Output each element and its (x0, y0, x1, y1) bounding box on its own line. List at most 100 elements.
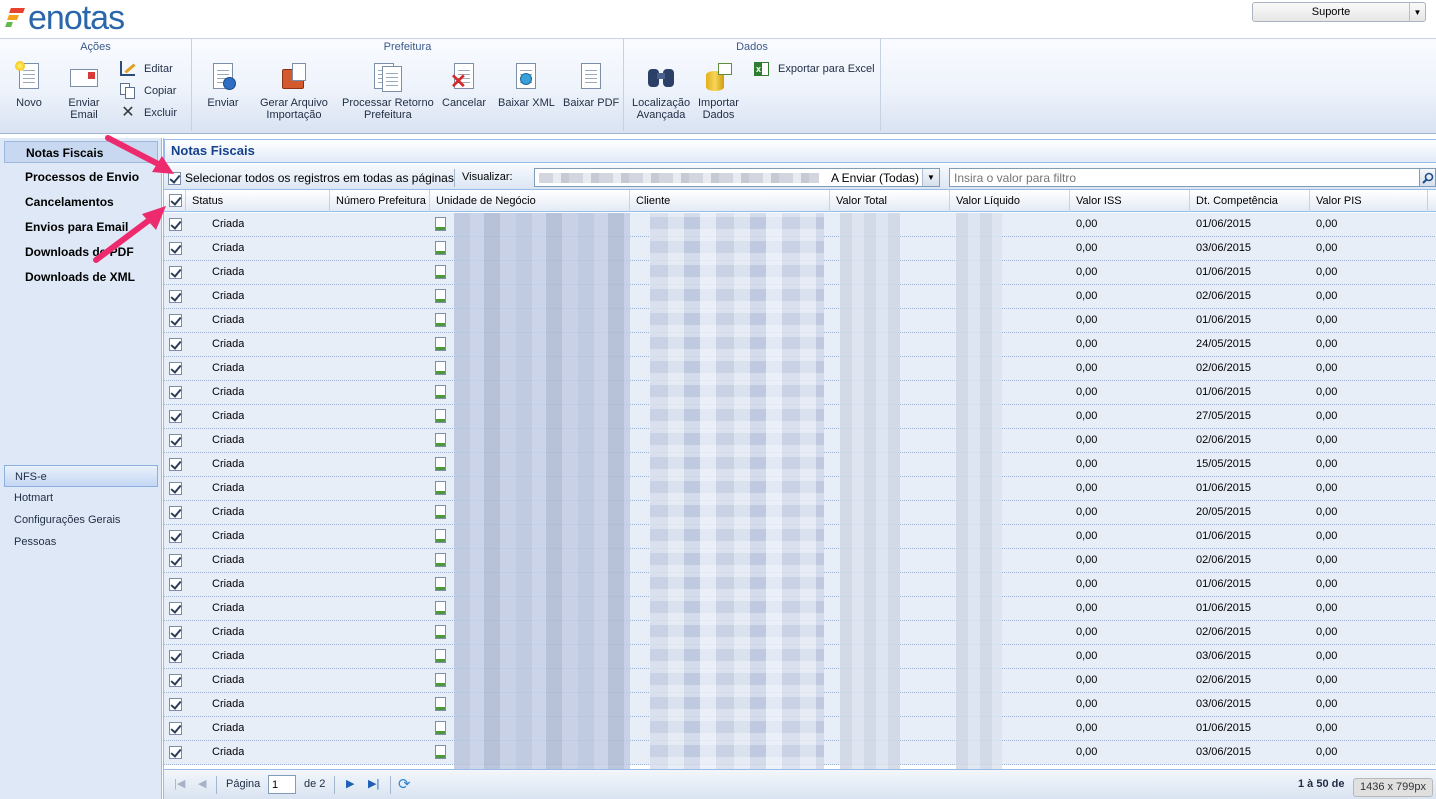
document-link-icon[interactable] (434, 217, 450, 233)
cell-valor-iss: 0,00 (1076, 506, 1098, 518)
search-button[interactable] (1420, 168, 1436, 187)
row-checkbox[interactable] (169, 722, 182, 735)
importar-label-1: Importar (698, 97, 739, 109)
document-link-icon[interactable] (434, 577, 450, 593)
row-checkbox[interactable] (169, 338, 182, 351)
document-link-icon[interactable] (434, 553, 450, 569)
document-link-icon[interactable] (434, 313, 450, 329)
col-valor-pis[interactable]: Valor PIS (1310, 190, 1428, 212)
row-select-cell (169, 338, 182, 352)
col-valor-liquido[interactable]: Valor Líquido (950, 190, 1070, 212)
cell-valor-iss: 0,00 (1076, 722, 1098, 734)
module-pessoas[interactable]: Pessoas (4, 531, 158, 553)
enviar-email-button[interactable]: Enviar Email (68, 61, 100, 121)
chevron-down-icon[interactable]: ▼ (922, 169, 939, 186)
refresh-icon[interactable]: ⟳ (398, 775, 411, 793)
select-all-pages[interactable]: Selecionar todos os registros em todas a… (168, 171, 454, 185)
row-checkbox[interactable] (169, 698, 182, 711)
document-link-icon[interactable] (434, 337, 450, 353)
document-link-icon[interactable] (434, 697, 450, 713)
row-checkbox[interactable] (169, 602, 182, 615)
document-link-icon[interactable] (434, 745, 450, 761)
document-link-icon[interactable] (434, 529, 450, 545)
baixar-pdf-button[interactable]: Baixar PDF (563, 61, 619, 109)
row-checkbox[interactable] (169, 554, 182, 567)
row-checkbox[interactable] (169, 482, 182, 495)
document-link-icon[interactable] (434, 265, 450, 281)
row-checkbox[interactable] (169, 578, 182, 591)
col-unidade-negocio[interactable]: Unidade de Negócio (430, 190, 630, 212)
document-link-icon[interactable] (434, 361, 450, 377)
row-checkbox[interactable] (169, 314, 182, 327)
row-checkbox[interactable] (169, 674, 182, 687)
cell-valor-pis: 0,00 (1316, 314, 1338, 326)
last-page-icon[interactable]: ▶| (368, 777, 379, 790)
support-dropdown[interactable]: Suporte ▼ (1252, 2, 1426, 22)
document-link-icon[interactable] (434, 289, 450, 305)
processar-retorno-button[interactable]: Processar Retorno Prefeitura (342, 61, 434, 121)
row-select-cell (169, 266, 182, 280)
document-link-icon[interactable] (434, 721, 450, 737)
col-valor-iss[interactable]: Valor ISS (1070, 190, 1190, 212)
row-checkbox[interactable] (169, 266, 182, 279)
col-numero-prefeitura[interactable]: Número Prefeitura (330, 190, 430, 212)
row-checkbox[interactable] (169, 530, 182, 543)
row-checkbox[interactable] (169, 362, 182, 375)
next-page-icon[interactable]: ▶ (346, 777, 354, 790)
module-configuracoes-gerais[interactable]: Configurações Gerais (4, 509, 158, 531)
localizacao-avancada-button[interactable]: Localização Avançada (632, 61, 690, 121)
document-link-icon[interactable] (434, 241, 450, 257)
visualizar-select[interactable]: A Enviar (Todas) ▼ (534, 168, 940, 187)
enviar-button[interactable]: Enviar (207, 61, 239, 109)
document-link-icon[interactable] (434, 385, 450, 401)
document-link-icon[interactable] (434, 601, 450, 617)
cancelar-label: Cancelar (442, 97, 487, 109)
col-dt-competencia[interactable]: Dt. Competência (1190, 190, 1310, 212)
prev-page-icon[interactable]: ◀ (198, 777, 206, 790)
col-cliente[interactable]: Cliente (630, 190, 830, 212)
col-valor-total[interactable]: Valor Total (830, 190, 950, 212)
document-link-icon[interactable] (434, 505, 450, 521)
cell-valor-pis: 0,00 (1316, 554, 1338, 566)
document-link-icon[interactable] (434, 625, 450, 641)
row-checkbox[interactable] (169, 626, 182, 639)
excluir-button[interactable]: ✕ Excluir (120, 105, 177, 121)
first-page-icon[interactable]: |◀ (174, 777, 185, 790)
document-link-icon[interactable] (434, 649, 450, 665)
document-link-icon[interactable] (434, 673, 450, 689)
copiar-button[interactable]: Copiar (120, 83, 176, 99)
document-link-icon[interactable] (434, 433, 450, 449)
gerar-label-2: Importação (266, 109, 322, 121)
row-checkbox[interactable] (169, 746, 182, 759)
module-nfse[interactable]: NFS-e (4, 465, 158, 487)
cell-status: Criada (212, 410, 245, 422)
novo-button[interactable]: Novo (13, 61, 45, 109)
row-checkbox[interactable] (169, 386, 182, 399)
cell-valor-iss: 0,00 (1076, 434, 1098, 446)
cancelar-button[interactable]: ✕ Cancelar (442, 61, 486, 109)
nav-downloads-de-xml[interactable]: Downloads de XML (4, 266, 158, 288)
document-link-icon[interactable] (434, 457, 450, 473)
editar-button[interactable]: Editar (120, 61, 173, 77)
exportar-excel-button[interactable]: x Exportar para Excel (754, 61, 875, 77)
row-checkbox[interactable] (169, 650, 182, 663)
processar-label-2: Prefeitura (364, 109, 412, 121)
row-checkbox[interactable] (169, 458, 182, 471)
edit-icon (120, 61, 136, 77)
row-checkbox[interactable] (169, 506, 182, 519)
redacted-valor-liquido (956, 213, 1002, 769)
page-number-input[interactable] (268, 775, 296, 794)
row-checkbox[interactable] (169, 434, 182, 447)
annotation-arrow-icon (105, 135, 174, 174)
gerar-arquivo-button[interactable]: Gerar Arquivo Importação (260, 61, 328, 121)
document-link-icon[interactable] (434, 481, 450, 497)
row-checkbox[interactable] (169, 290, 182, 303)
cell-dt-competencia: 27/05/2015 (1196, 410, 1252, 422)
col-status[interactable]: Status (186, 190, 330, 212)
row-checkbox[interactable] (169, 410, 182, 423)
document-link-icon[interactable] (434, 409, 450, 425)
importar-dados-button[interactable]: Importar Dados (698, 61, 739, 121)
filter-input[interactable] (949, 168, 1420, 187)
module-hotmart[interactable]: Hotmart (4, 487, 158, 509)
baixar-xml-button[interactable]: Baixar XML (498, 61, 555, 109)
